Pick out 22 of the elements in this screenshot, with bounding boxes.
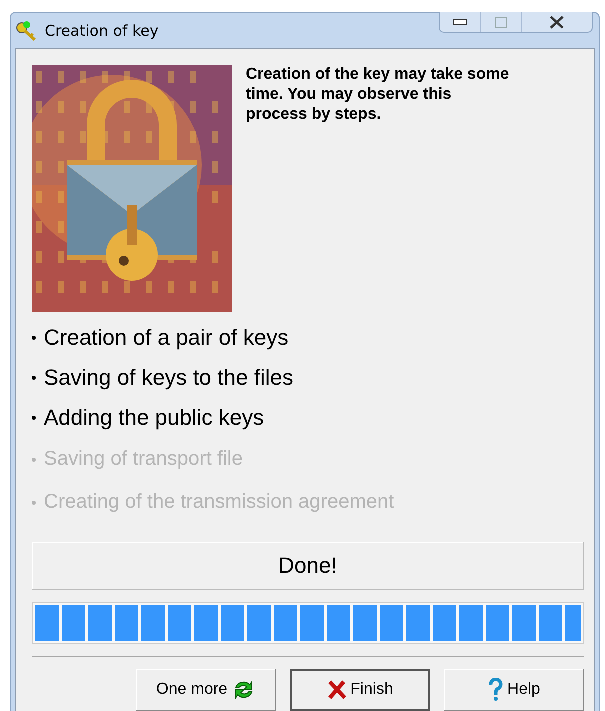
- help-icon: [488, 678, 504, 702]
- step-item: Saving of keys to the files: [44, 364, 294, 392]
- close-icon: [549, 16, 565, 28]
- close-icon: [326, 680, 347, 700]
- minimize-icon: [453, 19, 467, 25]
- step-item: Adding the public keys: [44, 404, 264, 432]
- help-button[interactable]: Help: [444, 669, 584, 711]
- maximize-icon: [495, 16, 507, 28]
- repeat-button[interactable]: One more: [136, 669, 276, 711]
- bullet-icon: [32, 458, 36, 462]
- step-item: Saving of transport file: [44, 447, 243, 472]
- intro-text: Creation of the key may take some time. You may observe this process by steps.: [246, 65, 510, 125]
- bullet-icon: [32, 416, 36, 420]
- step-item: Creation of a pair of keys: [44, 324, 289, 352]
- key-icon: [15, 20, 39, 40]
- finish-button[interactable]: Finish: [290, 669, 430, 711]
- bullet-icon: [32, 376, 36, 380]
- status-panel: Done!: [32, 542, 584, 590]
- bullet-icon: [32, 500, 36, 504]
- step-item: Creating of the transmission agreement: [44, 490, 394, 515]
- bullet-icon: [32, 336, 36, 340]
- window-title: Creation of key: [45, 22, 159, 40]
